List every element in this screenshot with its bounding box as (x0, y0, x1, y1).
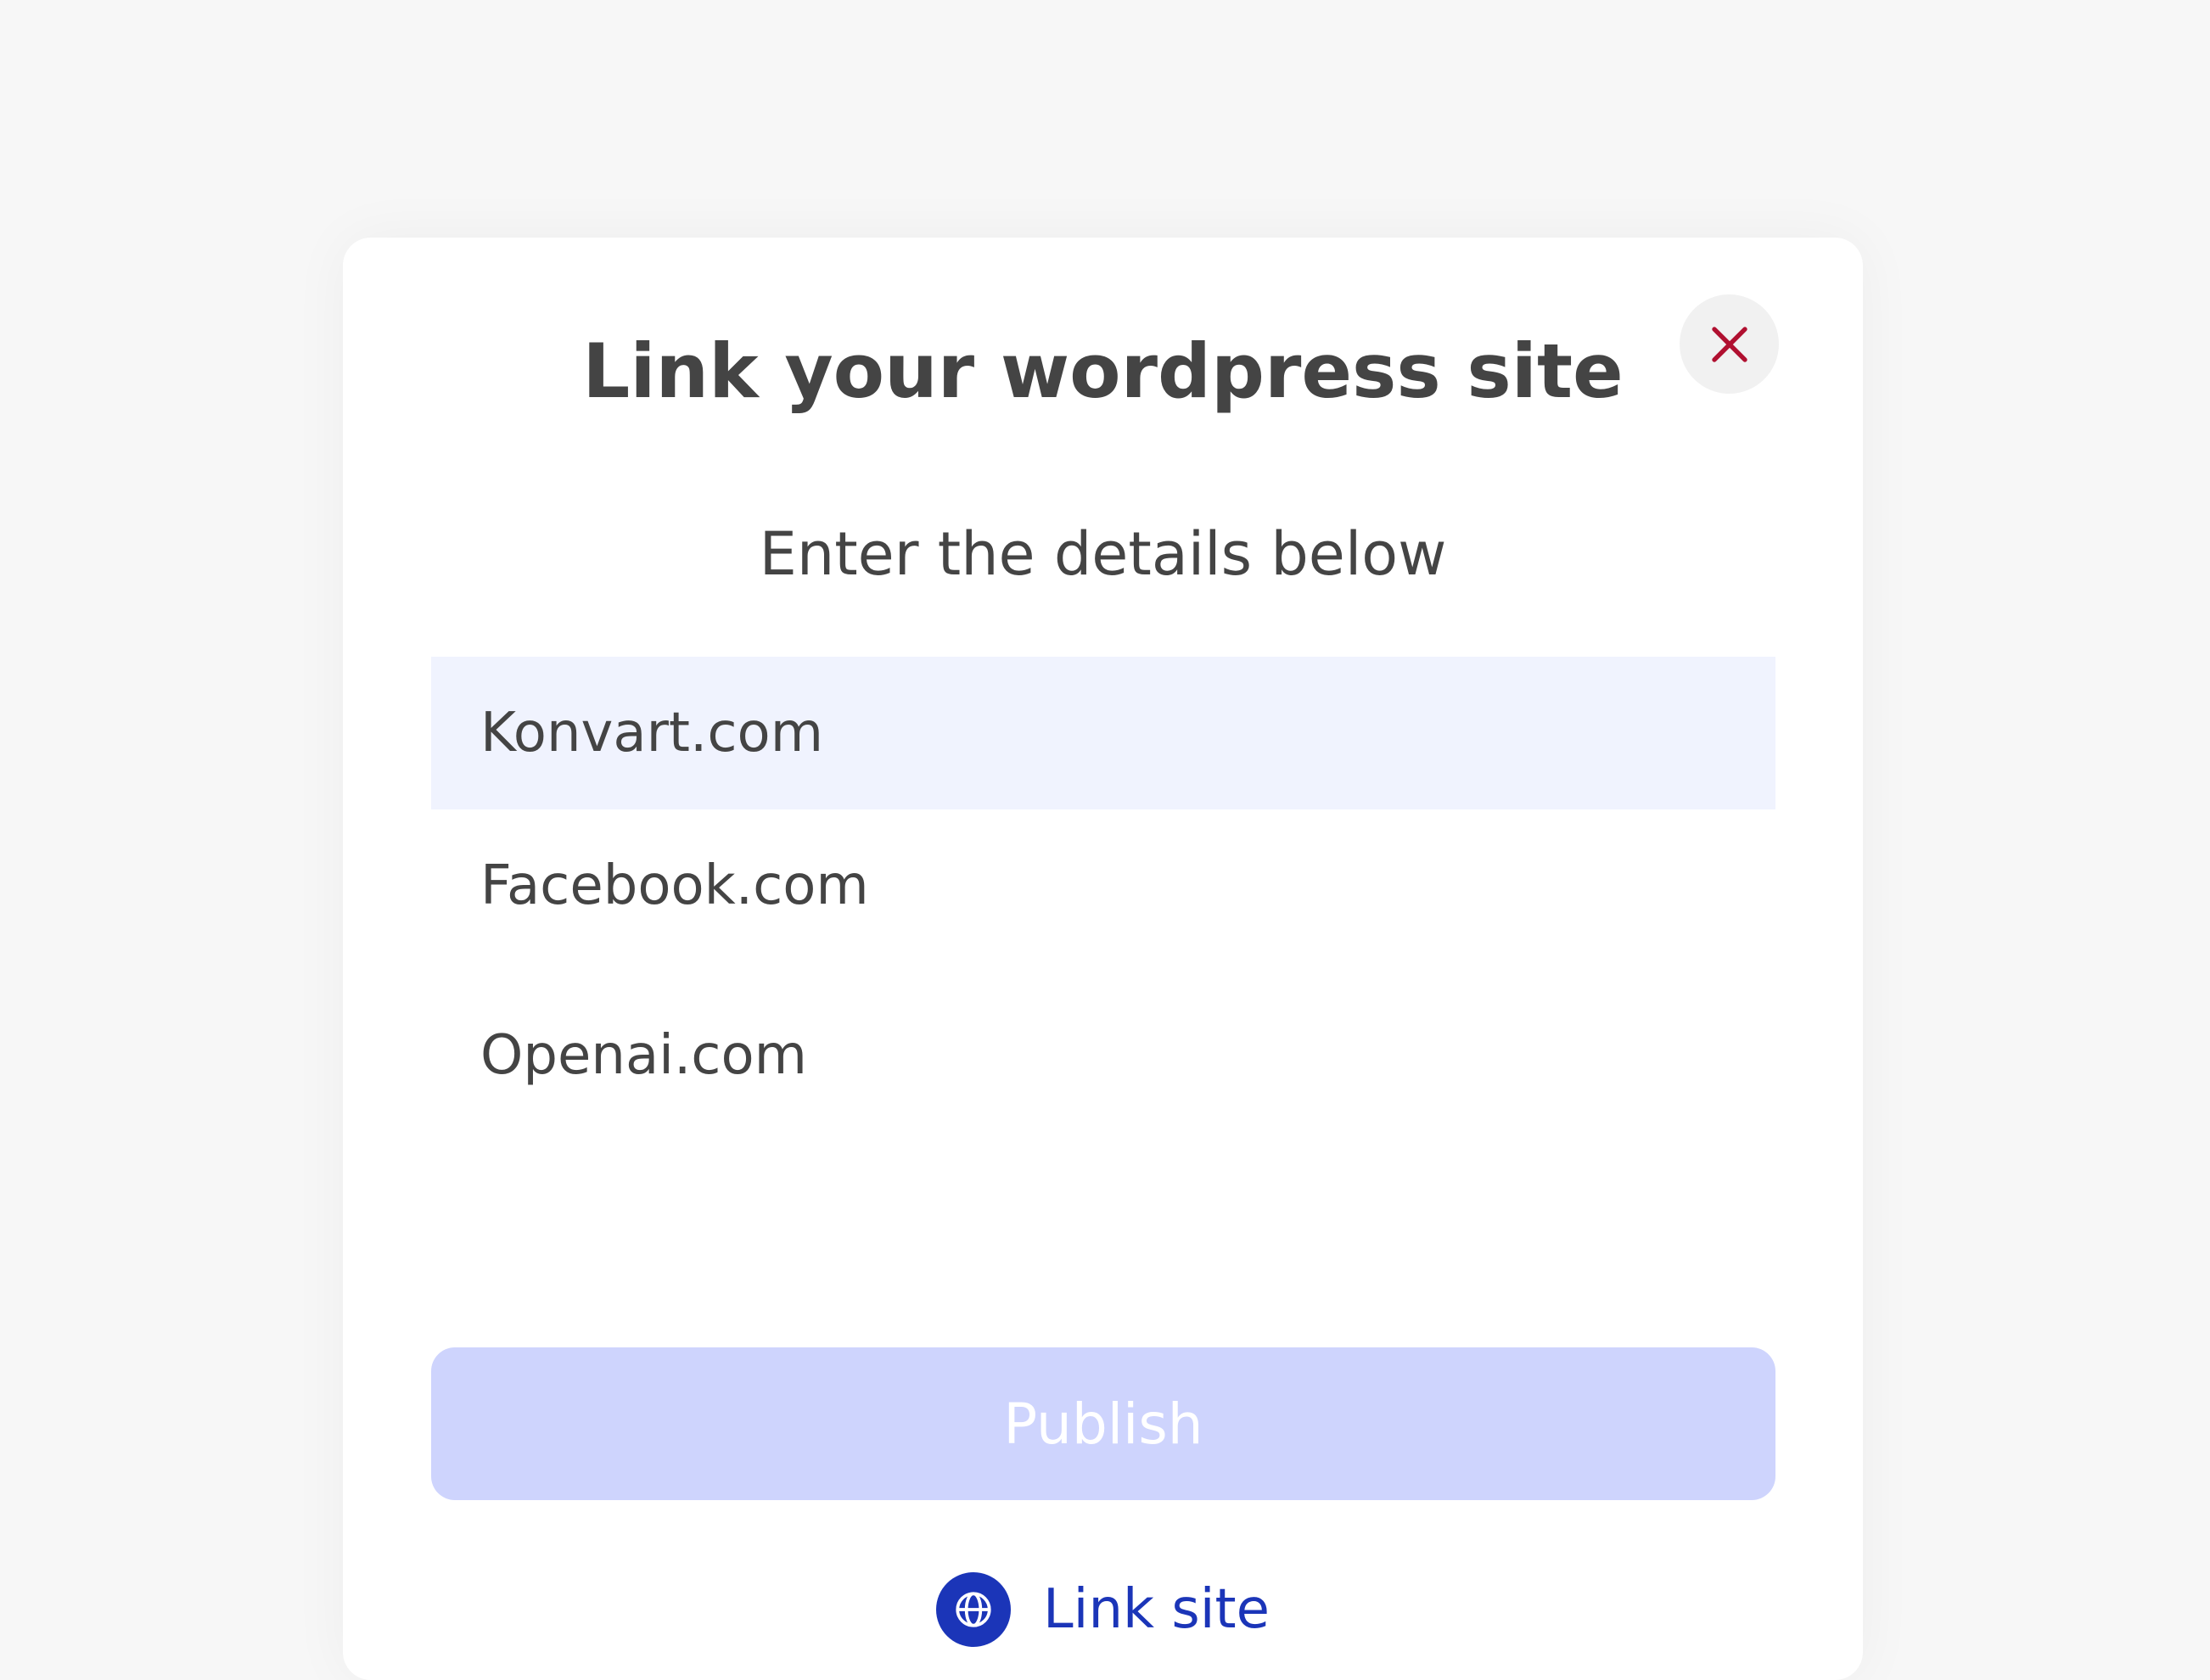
globe-icon (936, 1572, 1011, 1647)
site-option-konvart[interactable]: Konvart.com (431, 657, 1775, 809)
link-site-dialog: Link your wordpress site Enter the detai… (343, 238, 1863, 1680)
dialog-title: Link your wordpress site (582, 328, 1624, 415)
publish-button[interactable]: Publish (431, 1347, 1775, 1500)
link-site-link[interactable]: Link site (343, 1572, 1863, 1647)
site-list: Konvart.com Facebook.com Openai.com (431, 657, 1775, 1132)
dialog-subtitle: Enter the details below (759, 519, 1447, 589)
site-option-facebook[interactable]: Facebook.com (431, 809, 1775, 962)
close-button[interactable] (1680, 294, 1779, 394)
close-icon (1707, 322, 1753, 367)
site-option-openai[interactable]: Openai.com (431, 979, 1775, 1132)
link-site-label: Link site (1043, 1578, 1270, 1641)
